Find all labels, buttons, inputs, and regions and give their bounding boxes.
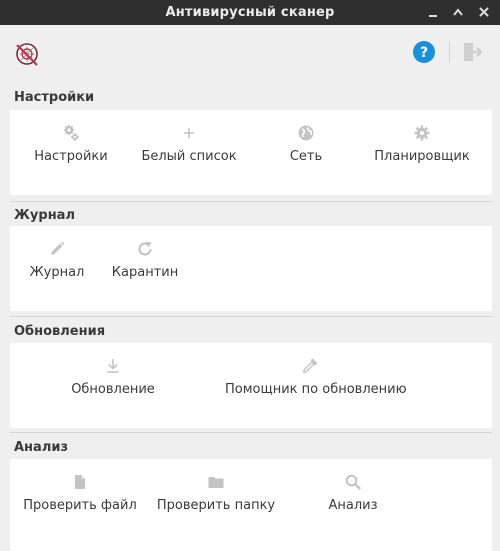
maximize-icon xyxy=(453,8,463,16)
minimize-button[interactable] xyxy=(424,4,442,20)
analysis-label: Анализ xyxy=(328,498,378,513)
refresh-icon xyxy=(136,240,154,258)
scan-folder-item[interactable]: Проверить папку xyxy=(151,459,281,545)
section-title-updates: Обновления xyxy=(14,324,106,339)
section-divider xyxy=(10,201,492,202)
close-button[interactable] xyxy=(475,4,493,20)
globe-icon xyxy=(297,124,315,142)
quarantine-label: Карантин xyxy=(111,265,179,280)
svg-text:?: ? xyxy=(420,45,428,61)
folder-icon xyxy=(207,473,225,491)
pipette-icon xyxy=(301,357,319,375)
section-title-analysis: Анализ xyxy=(14,440,68,455)
header-divider xyxy=(449,41,450,63)
scheduler-label: Планировщик xyxy=(374,149,470,164)
update-assistant-label: Помощник по обновлению xyxy=(225,382,407,397)
window-titlebar: Антивирусный сканер xyxy=(0,0,500,25)
close-icon xyxy=(479,7,489,17)
gear-icon xyxy=(413,124,431,142)
download-icon xyxy=(104,357,122,375)
panel-settings: Настройки Белый список Сеть Планировщик xyxy=(10,110,492,195)
update-item[interactable]: Обновление xyxy=(48,343,178,429)
app-header: ? xyxy=(0,25,500,80)
panel-updates: Обновление Помощник по обновлению xyxy=(10,343,492,428)
settings-gears-icon xyxy=(62,124,80,142)
exit-button[interactable] xyxy=(461,41,483,63)
update-assistant-item[interactable]: Помощник по обновлению xyxy=(225,343,407,429)
plus-icon xyxy=(180,124,198,142)
section-divider xyxy=(10,316,492,317)
update-label: Обновление xyxy=(71,382,155,397)
search-icon xyxy=(344,473,362,491)
maximize-button[interactable] xyxy=(449,4,467,20)
panel-analysis: Проверить файл Проверить папку Анализ xyxy=(10,459,492,551)
scan-file-item[interactable]: Проверить файл xyxy=(15,459,145,545)
file-icon xyxy=(71,473,89,491)
section-title-log: Журнал xyxy=(14,208,75,223)
section-divider xyxy=(10,432,492,433)
scheduler-item[interactable]: Планировщик xyxy=(357,110,487,196)
analysis-item[interactable]: Анализ xyxy=(288,459,418,545)
pencil-icon xyxy=(48,240,66,258)
help-button[interactable]: ? xyxy=(412,40,436,64)
quarantine-item[interactable]: Карантин xyxy=(80,226,210,312)
clamav-logo-icon xyxy=(13,39,43,69)
panel-log: Журнал Карантин xyxy=(10,226,492,311)
exit-icon xyxy=(464,43,483,61)
minimize-icon xyxy=(429,15,437,17)
section-title-settings: Настройки xyxy=(14,90,95,105)
help-icon: ? xyxy=(413,41,435,63)
